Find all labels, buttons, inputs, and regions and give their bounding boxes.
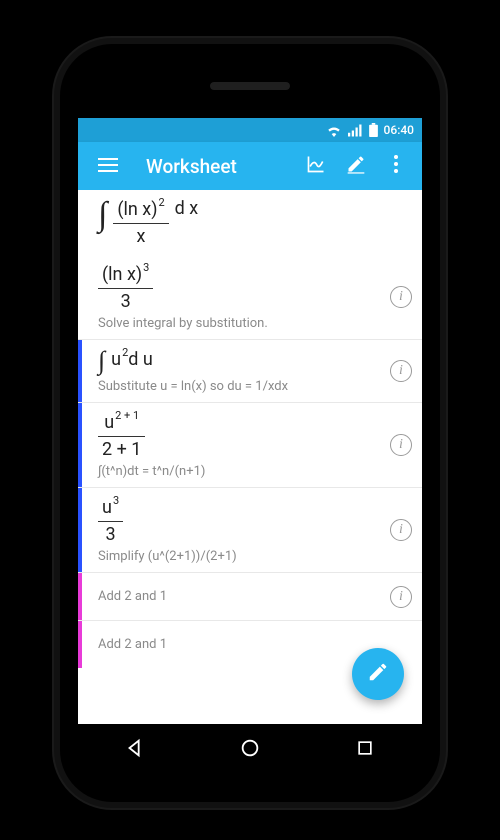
result-caption: Solve integral by substitution. — [98, 316, 380, 331]
info-button[interactable]: i — [390, 286, 412, 308]
step-accent — [78, 403, 82, 487]
phone-bezel: 06:40 Worksheet — [60, 44, 440, 802]
system-nav-bar — [78, 728, 422, 772]
status-clock: 06:40 — [384, 123, 414, 137]
result-expression[interactable]: (ln x)3 3 Solve integral by substitution… — [78, 255, 422, 339]
hamburger-icon — [98, 157, 118, 176]
nav-home[interactable] — [210, 730, 290, 770]
edit-button[interactable] — [336, 146, 376, 186]
step-accent — [78, 340, 82, 402]
step-substitute[interactable]: ∫ u2d u Substitute u = ln(x) so du = 1/x… — [78, 340, 422, 402]
step-accent — [78, 573, 82, 620]
info-button[interactable]: i — [390, 360, 412, 382]
step-caption: Add 2 and 1 — [98, 637, 380, 652]
back-icon — [124, 737, 146, 763]
home-icon — [239, 737, 261, 763]
step-caption: Simplify (u^(2+1))/(2+1) — [98, 549, 380, 564]
info-button[interactable]: i — [390, 434, 412, 456]
phone-frame: 06:40 Worksheet — [54, 38, 446, 808]
pencil-icon — [346, 154, 366, 178]
phone-speaker — [210, 82, 290, 90]
step-caption: Add 2 and 1 — [98, 589, 380, 604]
menu-button[interactable] — [88, 146, 128, 186]
screen: 06:40 Worksheet — [78, 118, 422, 724]
step-caption: ∫(t^n)dt = t^n/(n+1) — [98, 464, 380, 479]
info-button[interactable]: i — [390, 519, 412, 541]
pencil-icon — [367, 661, 389, 687]
step-caption: Substitute u = ln(x) so du = 1/xdx — [98, 379, 380, 394]
app-title: Worksheet — [146, 155, 296, 178]
info-button[interactable]: i — [390, 586, 412, 608]
more-vert-icon — [394, 155, 398, 177]
status-bar: 06:40 — [78, 118, 422, 142]
step-accent — [78, 488, 82, 572]
wifi-icon — [326, 124, 342, 137]
nav-recents[interactable] — [325, 730, 405, 770]
problem-expression[interactable]: ∫ (ln x)2 x d x — [78, 190, 422, 255]
step-add-1[interactable]: Add 2 and 1 i — [78, 573, 422, 620]
recents-icon — [355, 738, 375, 762]
fab-edit[interactable] — [352, 648, 404, 700]
worksheet-content[interactable]: ∫ (ln x)2 x d x — [78, 190, 422, 724]
signal-icon — [348, 124, 363, 137]
graph-icon — [306, 154, 326, 178]
battery-icon — [369, 123, 378, 137]
step-power-rule[interactable]: u2 + 1 2 + 1 ∫(t^n)dt = t^n/(n+1) i — [78, 403, 422, 487]
nav-back[interactable] — [95, 730, 175, 770]
step-simplify[interactable]: u3 3 Simplify (u^(2+1))/(2+1) i — [78, 488, 422, 572]
overflow-button[interactable] — [376, 146, 416, 186]
app-bar: Worksheet — [78, 142, 422, 190]
step-accent — [78, 621, 82, 668]
graph-button[interactable] — [296, 146, 336, 186]
